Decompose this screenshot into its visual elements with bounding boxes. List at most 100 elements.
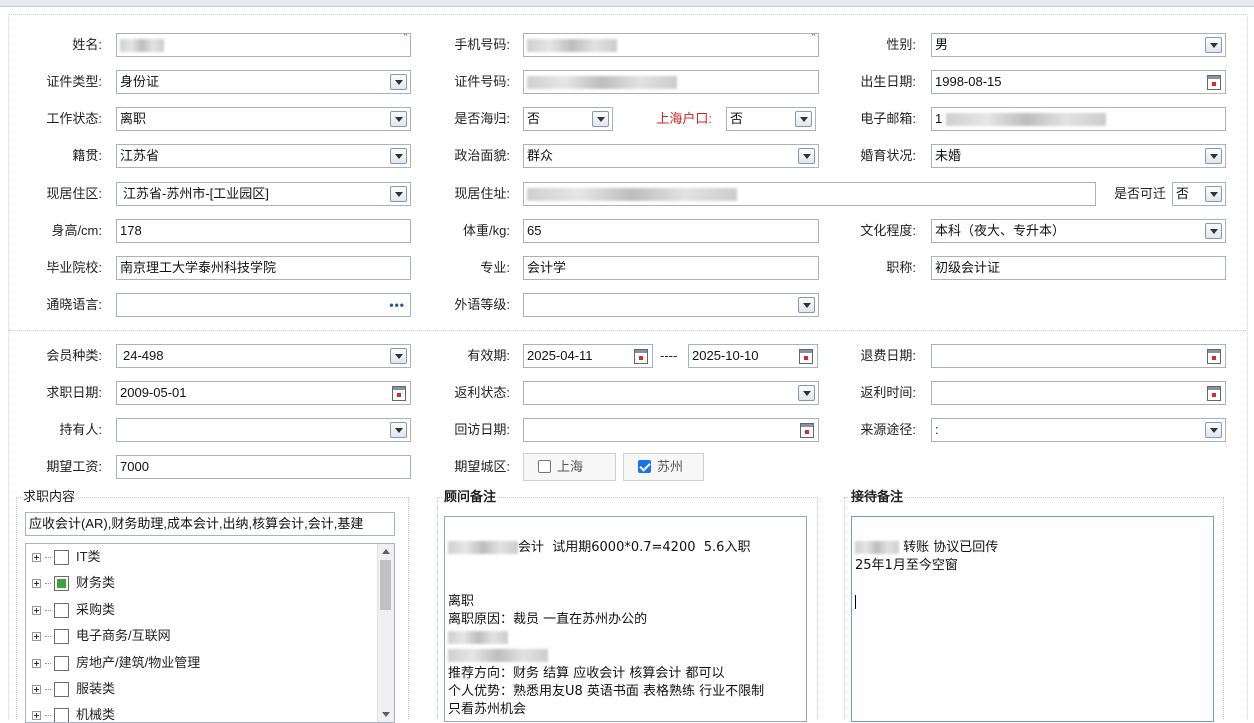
salary-field[interactable]: 7000: [116, 455, 411, 479]
city-option-shanghai[interactable]: 上海: [523, 453, 616, 481]
chevron-down-icon[interactable]: [390, 74, 407, 90]
tree-item[interactable]: 机械类: [32, 705, 115, 722]
expand-icon[interactable]: [32, 632, 41, 642]
more-icon[interactable]: •••: [389, 294, 405, 316]
id-type-select[interactable]: 身份证: [116, 70, 411, 94]
tree-scrollbar[interactable]: [377, 544, 394, 722]
calendar-icon[interactable]: [634, 349, 648, 364]
language-field[interactable]: •••: [116, 293, 411, 317]
expand-icon[interactable]: [32, 659, 41, 669]
school-field[interactable]: 南京理工大学泰州科技学院: [116, 256, 411, 280]
major-field[interactable]: 会计学: [523, 256, 819, 280]
tree-item[interactable]: 财务类: [32, 573, 115, 593]
checkbox-icon[interactable]: [54, 603, 69, 619]
chevron-down-icon[interactable]: [390, 422, 407, 438]
address-field[interactable]: [523, 182, 1096, 206]
rebate-status-select[interactable]: [523, 381, 819, 405]
returnee-select[interactable]: 否: [523, 107, 613, 131]
mobile-field[interactable]: *: [523, 33, 819, 57]
tree-item[interactable]: 房地产/建筑/物业管理: [32, 653, 200, 673]
checkbox-icon[interactable]: [538, 460, 551, 473]
height-field[interactable]: 178: [116, 219, 411, 243]
rebate-time-field[interactable]: [931, 381, 1226, 405]
job-date-field[interactable]: 2009-05-01: [116, 381, 411, 405]
tree-item[interactable]: 服装类: [32, 679, 115, 699]
region-select[interactable]: 江苏省-苏州市-[工业园区]: [116, 182, 411, 206]
chevron-down-icon[interactable]: [592, 111, 609, 127]
chevron-down-icon[interactable]: [390, 186, 407, 202]
chevron-down-icon[interactable]: [798, 297, 815, 313]
checkbox-partial-icon[interactable]: [54, 576, 69, 592]
gender-value: 男: [935, 37, 949, 52]
chevron-down-icon[interactable]: [798, 385, 815, 401]
chevron-down-icon[interactable]: [390, 111, 407, 127]
tree-item[interactable]: 电子商务/互联网: [32, 626, 171, 646]
height-value: 178: [120, 223, 142, 238]
marital-value: 未婚: [935, 148, 962, 163]
id-no-field[interactable]: [523, 70, 819, 94]
foreign-level-select[interactable]: [523, 293, 819, 317]
member-type-value: 24-498: [123, 348, 164, 363]
gender-select[interactable]: 男: [931, 33, 1226, 57]
chevron-down-icon[interactable]: [1205, 223, 1222, 239]
checkbox-icon[interactable]: [54, 708, 69, 722]
checkbox-icon[interactable]: [54, 682, 69, 698]
calendar-icon[interactable]: [800, 423, 814, 438]
language-label: 通晓语言:: [46, 297, 102, 312]
chevron-down-icon[interactable]: [1205, 148, 1222, 164]
checkbox-icon[interactable]: [54, 629, 69, 645]
political-select[interactable]: 群众: [523, 144, 819, 168]
education-select[interactable]: 本科（夜大、专升本）: [931, 219, 1226, 243]
chevron-down-icon[interactable]: [1205, 37, 1222, 53]
chevron-down-icon[interactable]: [1205, 186, 1222, 202]
sh-hukou-select[interactable]: 否: [726, 107, 816, 131]
calendar-icon[interactable]: [392, 386, 406, 401]
chevron-down-icon[interactable]: [798, 148, 815, 164]
calendar-icon[interactable]: [799, 349, 813, 364]
name-field[interactable]: *: [116, 33, 411, 57]
checkbox-icon[interactable]: [54, 550, 69, 566]
calendar-icon[interactable]: [1207, 75, 1221, 90]
date-range-separator: ----: [660, 348, 678, 363]
source-select[interactable]: :: [931, 418, 1226, 442]
valid-from-field[interactable]: 2025-04-11: [523, 344, 653, 368]
native-select[interactable]: 江苏省: [116, 144, 411, 168]
tree-item[interactable]: 采购类: [32, 600, 115, 620]
reception-notes-textarea[interactable]: 转账 协议已回传 25年1月至今空窗: [851, 516, 1214, 722]
chevron-down-icon[interactable]: [390, 348, 407, 364]
expand-icon[interactable]: [32, 579, 41, 589]
relocate-value: 否: [1176, 186, 1190, 201]
marital-select[interactable]: 未婚: [931, 144, 1226, 168]
expand-icon[interactable]: [32, 606, 41, 616]
job-category-tree[interactable]: IT类 财务类 采购类 电子商务/互联网 房地产/建筑/物业管理 服装类 机械类: [25, 543, 395, 723]
city-option-suzhou[interactable]: 苏州: [623, 453, 704, 481]
chevron-down-icon[interactable]: [795, 111, 812, 127]
member-type-select[interactable]: 24-498: [116, 344, 411, 368]
source-label: 来源途径:: [860, 422, 916, 437]
expand-icon[interactable]: [32, 553, 41, 563]
chevron-down-icon[interactable]: [1205, 422, 1222, 438]
title-field[interactable]: 初级会计证: [931, 256, 1226, 280]
weight-field[interactable]: 65: [523, 219, 819, 243]
holder-select[interactable]: [116, 418, 411, 442]
name-label: 姓名:: [72, 37, 102, 52]
birth-date-field[interactable]: 1998-08-15: [931, 70, 1226, 94]
chevron-down-icon[interactable]: [390, 148, 407, 164]
email-field[interactable]: 1: [931, 107, 1226, 131]
visit-date-field[interactable]: [523, 418, 819, 442]
tree-item[interactable]: IT类: [32, 547, 101, 567]
scroll-thumb[interactable]: [380, 560, 391, 610]
scroll-up-icon[interactable]: [382, 549, 390, 554]
work-status-select[interactable]: 离职: [116, 107, 411, 131]
calendar-icon[interactable]: [1207, 386, 1221, 401]
refund-date-field[interactable]: [931, 344, 1226, 368]
job-summary-field[interactable]: 应收会计(AR),财务助理,成本会计,出纳,核算会计,会计,基建: [25, 512, 395, 536]
expand-icon[interactable]: [32, 685, 41, 695]
checkbox-checked-icon[interactable]: [638, 460, 651, 473]
checkbox-icon[interactable]: [54, 656, 69, 672]
advisor-notes-textarea[interactable]: 会计 试用期6000*0.7=4200 5.6入职 离职 离职原因：裁员 一直在苏州…: [444, 516, 807, 722]
relocate-select[interactable]: 否: [1172, 182, 1226, 206]
calendar-icon[interactable]: [1207, 349, 1221, 364]
scroll-down-icon[interactable]: [382, 712, 390, 717]
valid-to-field[interactable]: 2025-10-10: [688, 344, 818, 368]
